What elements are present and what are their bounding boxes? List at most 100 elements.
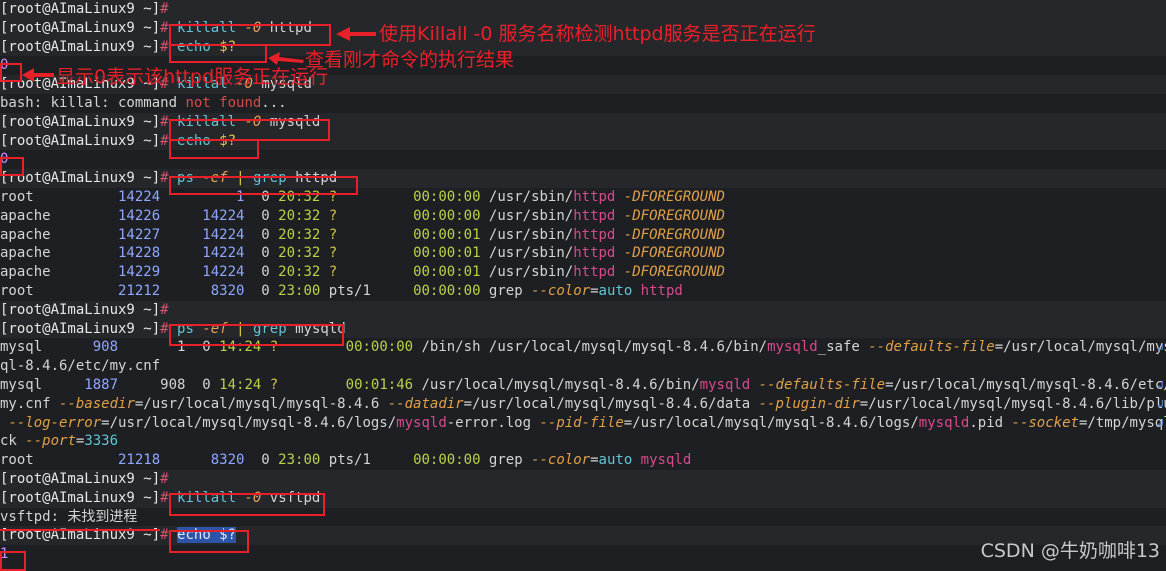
ps-time: 00:00:00: [413, 283, 481, 299]
output-segment: mysql: [0, 377, 85, 393]
ps-pid: 21212: [75, 283, 161, 299]
prompt-hash: #: [160, 170, 169, 187]
ps-ppid: 8320: [160, 283, 245, 299]
ps-cmd-option: --color: [531, 283, 591, 299]
output-segment: 908: [92, 339, 119, 356]
ps-cmd-path: /usr/sbin/: [480, 189, 574, 205]
ps-cmd-option: -DFOREGROUND: [615, 189, 725, 205]
terminal-line: my.cnf --basedir=/usr/local/mysql/mysql-…: [0, 395, 1166, 414]
output-segment: _safe: [817, 339, 869, 356]
annotation-echo-explain: 查看刚才命令的执行结果: [305, 49, 515, 71]
ps-cmd-option: -DFOREGROUND: [615, 207, 725, 224]
line-wrap-icon: ↲: [1156, 396, 1164, 411]
ps-pid: 14227: [75, 226, 161, 243]
highlight-echo-3: [169, 530, 249, 553]
shell-prompt: [root@AImaLinux9 ~]: [0, 1, 161, 17]
output-segment: --log-error: [8, 414, 102, 431]
ps-cmd-path: grep: [480, 452, 532, 469]
output-segment: =/usr/local/mysql/mysql-8.4.6/data: [463, 395, 759, 412]
ps-user: apache: [0, 264, 76, 281]
shell-prompt: [root@AImaLinux9 ~]: [0, 113, 161, 130]
ps-user: apache: [0, 207, 76, 224]
ps-tty: ?: [328, 245, 414, 262]
output-segment: =/usr/local/mysql/mysql-8.4.6/etc/: [885, 377, 1166, 393]
ps-ppid: 14224: [160, 226, 245, 243]
ps-tty: ?: [328, 264, 414, 281]
output-segment: =/usr/local/mysql/mysql-8.4.6: [134, 395, 388, 412]
error-text: bash: killal: command: [0, 95, 186, 111]
shell-prompt: [root@AImaLinux9 ~]: [0, 301, 161, 318]
output-segment: --basedir: [59, 395, 135, 412]
highlight-ps-mysqld: [169, 324, 344, 346]
ps-cmd-option: -DFOREGROUND: [615, 264, 725, 281]
ps-cmd-path: =: [590, 452, 599, 469]
line-wrap-icon: ↲: [1156, 378, 1164, 392]
output-segment: =/usr/local/mysql/mysql-8.4.6/logs/: [101, 414, 397, 431]
output-segment: .pid: [969, 414, 1012, 431]
prompt-hash: #: [160, 301, 169, 318]
output-segment: --pid-file: [539, 414, 624, 431]
ps-time: 00:00:01: [413, 226, 481, 243]
output-segment: 00:01:46: [345, 377, 414, 393]
error-highlight: not found: [185, 95, 262, 111]
ps-cmd-name: httpd: [573, 226, 616, 243]
ps-c: 0: [244, 264, 279, 281]
output-segment: ql-8.4.6/etc/my.cnf: [0, 358, 161, 375]
ps-cmd-name: mysqld: [632, 452, 692, 469]
ps-user: root: [0, 452, 76, 469]
terminal-line: ck --port=3336: [0, 432, 1166, 451]
terminal-line: [root@AImaLinux9 ~]#: [0, 300, 1166, 320]
ps-cmd-path: /usr/sbin/: [480, 207, 574, 224]
ps-cmd-option: -DFOREGROUND: [615, 245, 725, 262]
terminal-line: [root@AImaLinux9 ~]#: [0, 470, 1166, 489]
ps-cmd-name: httpd: [632, 283, 683, 299]
terminal-line: root 21212 8320 0 23:00 pts/1 00:00:00 g…: [0, 282, 1166, 301]
ps-pid: 21218: [75, 452, 161, 469]
ps-pid: 14224: [75, 189, 161, 205]
ps-time: 00:00:00: [413, 207, 481, 224]
ps-c: 0: [244, 226, 279, 243]
output-segment: 00:00:00: [345, 339, 414, 356]
ps-cmd-path: /usr/sbin/: [480, 245, 574, 262]
ps-tty: ?: [328, 226, 414, 243]
ps-stime: 20:32: [278, 245, 321, 262]
line-wrap-icon: ↲: [1156, 340, 1164, 355]
highlight-echo-1: [169, 44, 267, 63]
output-segment: 1887: [84, 377, 119, 393]
ps-time: 00:00:01: [413, 245, 481, 262]
ps-stime: 23:00: [278, 283, 321, 299]
output-segment: --datadir: [387, 395, 464, 412]
prompt-hash: #: [160, 1, 169, 17]
prompt-hash: #: [160, 320, 169, 337]
output-segment: --port: [25, 433, 76, 450]
shell-prompt: [root@AImaLinux9 ~]: [0, 132, 161, 149]
terminal-line: ql-8.4.6/etc/my.cnf: [0, 357, 1166, 376]
highlight-ps-httpd: [169, 176, 358, 195]
ps-cmd-name: httpd: [573, 264, 616, 281]
ps-pid: 14229: [75, 264, 161, 281]
shell-prompt: [root@AImaLinux9 ~]: [0, 320, 161, 337]
terminal-line: --log-error=/usr/local/mysql/mysql-8.4.6…: [0, 414, 1166, 433]
highlight-result-1: [0, 63, 22, 82]
ps-c: 0: [244, 207, 279, 224]
ps-c: 0: [244, 245, 279, 262]
ps-cmd-option: --color: [531, 452, 591, 469]
output-segment: ?: [269, 377, 279, 393]
output-segment: [750, 377, 758, 393]
output-segment: =/usr/local/mysql/mys: [994, 339, 1166, 356]
output-segment: /bin/sh /usr/local/mysql/mysql-8.4.6/bin…: [413, 339, 768, 356]
shell-prompt: [root@AImaLinux9 ~]: [0, 489, 161, 506]
arrow-to-killall-httpd: [336, 27, 376, 41]
underline-vsftpd-error: [0, 529, 160, 531]
terminal-line: mysql 1887 908 0 14:24 ? 00:01:46 /usr/l…: [0, 376, 1166, 395]
ps-stime: 20:32: [278, 226, 321, 243]
arrow-to-result-1: [22, 68, 54, 82]
output-segment: -error.log: [446, 414, 540, 431]
annotation-result-explain: 显示0表示该httpd服务正在运行: [56, 66, 329, 88]
